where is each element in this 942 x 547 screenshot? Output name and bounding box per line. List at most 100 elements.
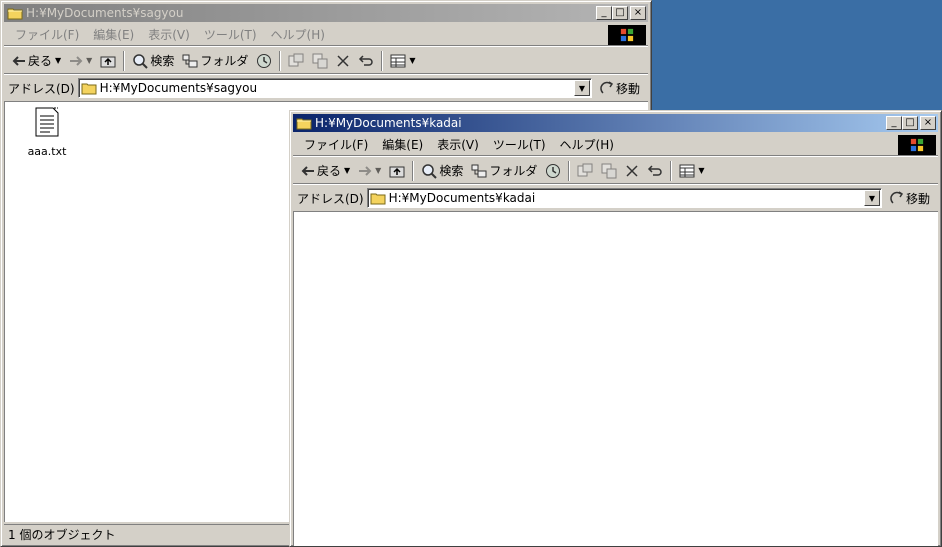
delete-x-icon: [626, 164, 638, 177]
maximize-button[interactable]: □: [902, 116, 918, 130]
menu-view[interactable]: 表示(V): [141, 26, 197, 43]
windows-logo-icon: [898, 135, 936, 155]
views-grid-icon: [679, 164, 695, 177]
go-button[interactable]: 移動: [592, 80, 648, 97]
move-to-button[interactable]: [573, 160, 597, 182]
window-title: H:¥MyDocuments¥sagyou: [26, 6, 184, 20]
maximize-button[interactable]: □: [612, 6, 628, 20]
address-input[interactable]: H:¥MyDocuments¥sagyou ▼: [77, 78, 592, 98]
delete-x-icon: [337, 54, 349, 67]
close-glyph: ×: [633, 7, 643, 18]
text-file-icon: [35, 107, 59, 137]
toolbar-separator: [670, 160, 673, 181]
file-name: aaa.txt: [27, 145, 67, 158]
forward-arrow-icon: [70, 55, 83, 66]
go-label: 移動: [905, 191, 930, 206]
views-button[interactable]: ▼: [386, 50, 419, 72]
back-arrow-icon: [12, 55, 25, 66]
close-glyph: ×: [923, 117, 933, 128]
undo-button[interactable]: [643, 160, 667, 182]
move-to-icon: [288, 53, 304, 66]
menu-tools[interactable]: ツール(T): [197, 26, 264, 43]
minimize-button[interactable]: _: [886, 116, 902, 130]
menu-file[interactable]: ファイル(F): [8, 26, 86, 43]
close-button[interactable]: ×: [920, 116, 936, 130]
search-icon: [422, 163, 438, 179]
folders-button[interactable]: フォルダ: [178, 50, 252, 72]
toolbar-separator: [123, 50, 126, 71]
up-folder-icon: [100, 56, 116, 67]
move-to-button[interactable]: [284, 50, 308, 72]
delete-button[interactable]: [621, 160, 643, 182]
go-button[interactable]: 移動: [882, 190, 938, 207]
folder-tree-icon: [471, 164, 487, 177]
search-button[interactable]: 検索: [128, 50, 178, 72]
chevron-down-icon: ▼: [344, 166, 351, 175]
menu-tools[interactable]: ツール(T): [486, 136, 553, 153]
chevron-down-icon: ▼: [375, 166, 382, 175]
window-title: H:¥MyDocuments¥kadai: [315, 116, 462, 130]
toolbar-separator: [279, 50, 282, 71]
toolbar: 戻る ▼ ▼ 検索 フォルダ ▼: [293, 158, 938, 184]
menu-help[interactable]: ヘルプ(H): [264, 26, 332, 43]
chevron-down-icon: ▼: [86, 56, 93, 65]
maximize-glyph: □: [615, 7, 625, 18]
address-dropdown-button[interactable]: ▼: [573, 80, 590, 96]
forward-button[interactable]: ▼: [65, 50, 96, 72]
go-label: 移動: [615, 81, 640, 96]
copy-to-button[interactable]: [308, 50, 332, 72]
forward-button[interactable]: ▼: [354, 160, 385, 182]
chevron-down-icon: ▼: [55, 56, 62, 65]
menu-bar: ファイル(F) 編集(E) 表示(V) ツール(T) ヘルプ(H): [4, 24, 648, 46]
toolbar: 戻る ▼ ▼ 検索 フォルダ ▼: [4, 48, 648, 74]
menu-view[interactable]: 表示(V): [430, 136, 486, 153]
window-kadai[interactable]: H:¥MyDocuments¥kadai _ □ × ファイル(F) 編集(E)…: [289, 110, 942, 547]
file-list-pane[interactable]: [293, 211, 938, 546]
folders-label: フォルダ: [200, 54, 249, 68]
history-icon: [546, 163, 561, 178]
up-folder-button[interactable]: [385, 160, 409, 182]
menu-help[interactable]: ヘルプ(H): [553, 136, 621, 153]
folder-icon: [7, 8, 23, 20]
title-bar[interactable]: H:¥MyDocuments¥sagyou _ □ ×: [4, 4, 648, 22]
copy-to-button[interactable]: [597, 160, 621, 182]
file-item-aaa-txt[interactable]: aaa.txt: [25, 106, 69, 158]
close-button[interactable]: ×: [630, 6, 646, 20]
history-button[interactable]: [541, 160, 565, 182]
back-button[interactable]: 戻る ▼: [8, 50, 65, 72]
forward-arrow-icon: [359, 165, 372, 176]
move-to-icon: [577, 163, 593, 176]
views-button[interactable]: ▼: [675, 160, 708, 182]
back-button[interactable]: 戻る ▼: [297, 160, 354, 182]
folder-icon: [370, 193, 386, 205]
menu-bar: ファイル(F) 編集(E) 表示(V) ツール(T) ヘルプ(H): [293, 134, 938, 156]
history-button[interactable]: [252, 50, 276, 72]
up-folder-button[interactable]: [96, 50, 120, 72]
minimize-button[interactable]: _: [596, 6, 612, 20]
history-icon: [257, 53, 272, 68]
search-label: 検索: [150, 54, 175, 68]
chevron-down-icon: ▼: [698, 166, 705, 175]
search-label: 検索: [439, 164, 464, 178]
maximize-glyph: □: [905, 117, 915, 128]
undo-button[interactable]: [354, 50, 378, 72]
address-bar: アドレス(D) H:¥MyDocuments¥kadai ▼ 移動: [293, 186, 938, 210]
folder-icon: [81, 83, 97, 95]
search-icon: [133, 53, 149, 69]
folders-button[interactable]: フォルダ: [467, 160, 541, 182]
back-label: 戻る: [317, 164, 342, 178]
menu-edit[interactable]: 編集(E): [375, 136, 430, 153]
undo-icon: [648, 164, 663, 176]
menu-edit[interactable]: 編集(E): [86, 26, 141, 43]
title-bar[interactable]: H:¥MyDocuments¥kadai _ □ ×: [293, 114, 938, 132]
delete-button[interactable]: [332, 50, 354, 72]
menu-file[interactable]: ファイル(F): [297, 136, 375, 153]
address-value: H:¥MyDocuments¥sagyou: [99, 81, 258, 95]
copy-to-icon: [601, 163, 617, 178]
address-dropdown-button[interactable]: ▼: [863, 190, 880, 206]
minimize-glyph: _: [891, 117, 897, 128]
toolbar-separator: [568, 160, 571, 181]
address-input[interactable]: H:¥MyDocuments¥kadai ▼: [366, 188, 882, 208]
views-grid-icon: [390, 54, 406, 67]
search-button[interactable]: 検索: [417, 160, 467, 182]
